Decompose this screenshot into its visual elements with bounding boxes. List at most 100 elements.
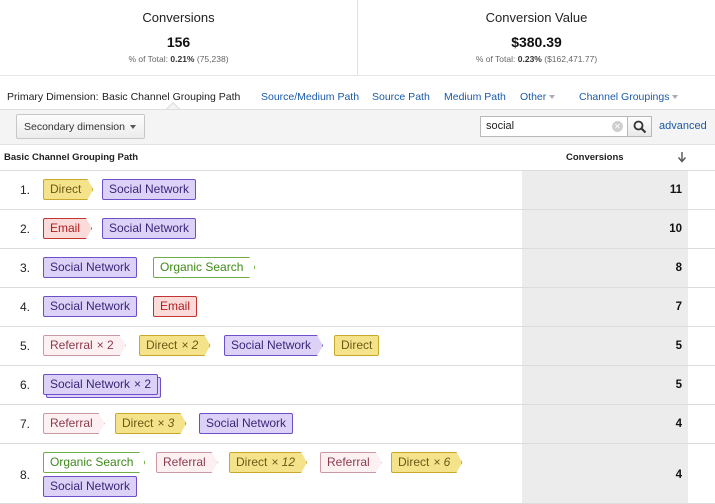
secondary-dimension-label: Secondary dimension: [24, 121, 125, 133]
channel-chip-multiplier: × 2: [134, 377, 152, 391]
channel-groupings-dropdown[interactable]: Channel Groupings: [579, 91, 679, 103]
channel-chip-social: Social Network × 2: [43, 374, 159, 395]
channel-chip-label: Referral: [163, 455, 206, 469]
conversions-value: 5: [675, 379, 682, 391]
channel-chip-label: Direct: [398, 455, 430, 469]
channel-chip-label: Direct: [122, 416, 154, 430]
clear-search-icon[interactable]: ✕: [612, 121, 623, 132]
primary-dimension-bar: Primary Dimension: Basic Channel Groupin…: [0, 84, 715, 110]
pct-value: 0.23%: [517, 54, 542, 64]
conversions-value: 4: [675, 418, 682, 430]
channel-chip-label: Direct: [341, 338, 373, 352]
channel-chip-label: Social Network: [231, 338, 312, 352]
conversion-value-metric: Conversion Value $380.39 % of Total: 0.2…: [357, 0, 715, 75]
conversions-value: 5: [675, 340, 682, 352]
channel-chip-label: Organic Search: [50, 455, 134, 469]
channel-chip-social: Social Network: [102, 218, 197, 239]
channel-chip-label: Email: [50, 221, 81, 235]
table-toolbar: Secondary dimension social ✕ advanced: [0, 109, 715, 145]
row-index: 2.: [20, 222, 31, 236]
channel-chip-multiplier: × 12: [271, 455, 296, 469]
channel-chip-email: Email: [153, 296, 198, 317]
channel-chip-label: Social Network: [109, 182, 190, 196]
channel-chip-label: Referral: [50, 416, 93, 430]
conversions-value: 7: [675, 301, 682, 313]
channel-chip-social: Social Network: [224, 335, 323, 356]
row-index: 7.: [20, 417, 31, 431]
table-row[interactable]: 8. Organic Search Referral Direct × 12 Referr…: [0, 444, 715, 504]
dimension-source-medium-path[interactable]: Source/Medium Path: [261, 91, 359, 103]
dimension-medium-path[interactable]: Medium Path: [444, 91, 506, 103]
channel-chip-direct: Direct × 6: [391, 452, 462, 473]
channel-groupings-label: Channel Groupings: [579, 91, 670, 103]
channel-chip-label: Direct: [50, 182, 82, 196]
conversions-value: 8: [675, 262, 682, 274]
channel-chip-label: Direct: [146, 338, 178, 352]
search-value: social: [486, 120, 515, 132]
chevron-down-icon: [549, 95, 556, 100]
table-header: Basic Channel Grouping Path Conversions: [0, 145, 715, 171]
conversions-pct-of-total: % of Total: 0.21% (75,238): [0, 54, 357, 64]
search-button[interactable]: [628, 116, 652, 137]
column-header-path: Basic Channel Grouping Path: [4, 152, 139, 163]
pct-label: % of Total:: [475, 54, 516, 64]
other-label: Other: [520, 91, 547, 103]
table-row[interactable]: 7. Referral Direct × 3 Social Network 4: [0, 405, 715, 444]
channel-chip-organic: Organic Search: [43, 452, 145, 473]
channel-chip-label: Direct: [236, 455, 268, 469]
dimension-other-dropdown[interactable]: Other: [520, 91, 556, 103]
channel-chip-label: Social Network: [50, 479, 131, 493]
channel-chip-label: Social Network: [50, 377, 131, 391]
conversions-value: 10: [669, 223, 682, 235]
search-icon: [633, 120, 647, 134]
channel-chip-direct: Direct × 12: [229, 452, 307, 473]
chevron-down-icon: [130, 125, 136, 129]
channel-chip-social: Social Network: [102, 179, 197, 200]
row-index: 1.: [20, 183, 31, 197]
channel-chip-social: Social Network: [43, 476, 138, 497]
conversions-metric: Conversions 156 % of Total: 0.21% (75,23…: [0, 0, 357, 75]
channel-chip-referral: Referral: [43, 413, 105, 434]
total-value: (75,238): [196, 54, 229, 64]
total-value: ($162,471.77): [544, 54, 598, 64]
table-row[interactable]: 3. Social Network Organic Search 8: [0, 249, 715, 288]
search-input[interactable]: social ✕: [480, 116, 628, 137]
dimension-basic-channel-grouping-path: Basic Channel Grouping Path: [102, 91, 241, 103]
table-row[interactable]: 5. Referral × 2 Direct × 2 Social Network Dire…: [0, 327, 715, 366]
conversion-value-value: $380.39: [511, 34, 562, 50]
channel-chip-multiplier: × 6: [433, 455, 451, 469]
dimension-source-path[interactable]: Source Path: [372, 91, 430, 103]
channel-chip-label: Social Network: [206, 416, 287, 430]
channel-chip-referral: Referral: [320, 452, 382, 473]
channel-chip-direct: Direct: [43, 179, 93, 200]
conversions-value: 4: [675, 469, 682, 481]
table-row[interactable]: 6. Social Network × 2 5: [0, 366, 715, 405]
channel-chip-label: Social Network: [109, 221, 190, 235]
channel-chip-direct: Direct × 2: [139, 335, 210, 356]
column-header-conversions[interactable]: Conversions: [566, 152, 624, 163]
channel-chip-label: Referral: [327, 455, 370, 469]
table-row[interactable]: 4. Social Network Email 7: [0, 288, 715, 327]
channel-chip-label: Organic Search: [160, 260, 244, 274]
row-index: 6.: [20, 378, 31, 392]
advanced-filter-link[interactable]: advanced: [659, 120, 707, 132]
channel-chip-direct: Direct × 3: [115, 413, 186, 434]
channel-chip-organic: Organic Search: [153, 257, 255, 278]
sort-descending-icon[interactable]: [676, 150, 688, 164]
secondary-dimension-dropdown[interactable]: Secondary dimension: [16, 114, 145, 139]
table-row[interactable]: 2. Email Social Network 10: [0, 210, 715, 249]
channel-chip-label: Social Network: [50, 299, 131, 313]
channel-chip-label: Email: [160, 299, 191, 313]
channel-chip-label: Referral: [50, 338, 93, 352]
channel-chip-social: Social Network: [199, 413, 294, 434]
channel-chip-multiplier: × 2: [96, 338, 114, 352]
table-row[interactable]: 1. Direct Social Network 11: [0, 171, 715, 210]
channel-chip-social: Social Network: [43, 296, 138, 317]
channel-chip-multiplier: × 2: [181, 338, 199, 352]
channel-chip-social: Social Network: [43, 257, 138, 278]
row-index: 4.: [20, 300, 31, 314]
channel-chip-email: Email: [43, 218, 92, 239]
pct-value: 0.21%: [170, 54, 195, 64]
conversions-title: Conversions: [142, 10, 215, 25]
conversion-value-pct-of-total: % of Total: 0.23% ($162,471.77): [358, 54, 715, 64]
